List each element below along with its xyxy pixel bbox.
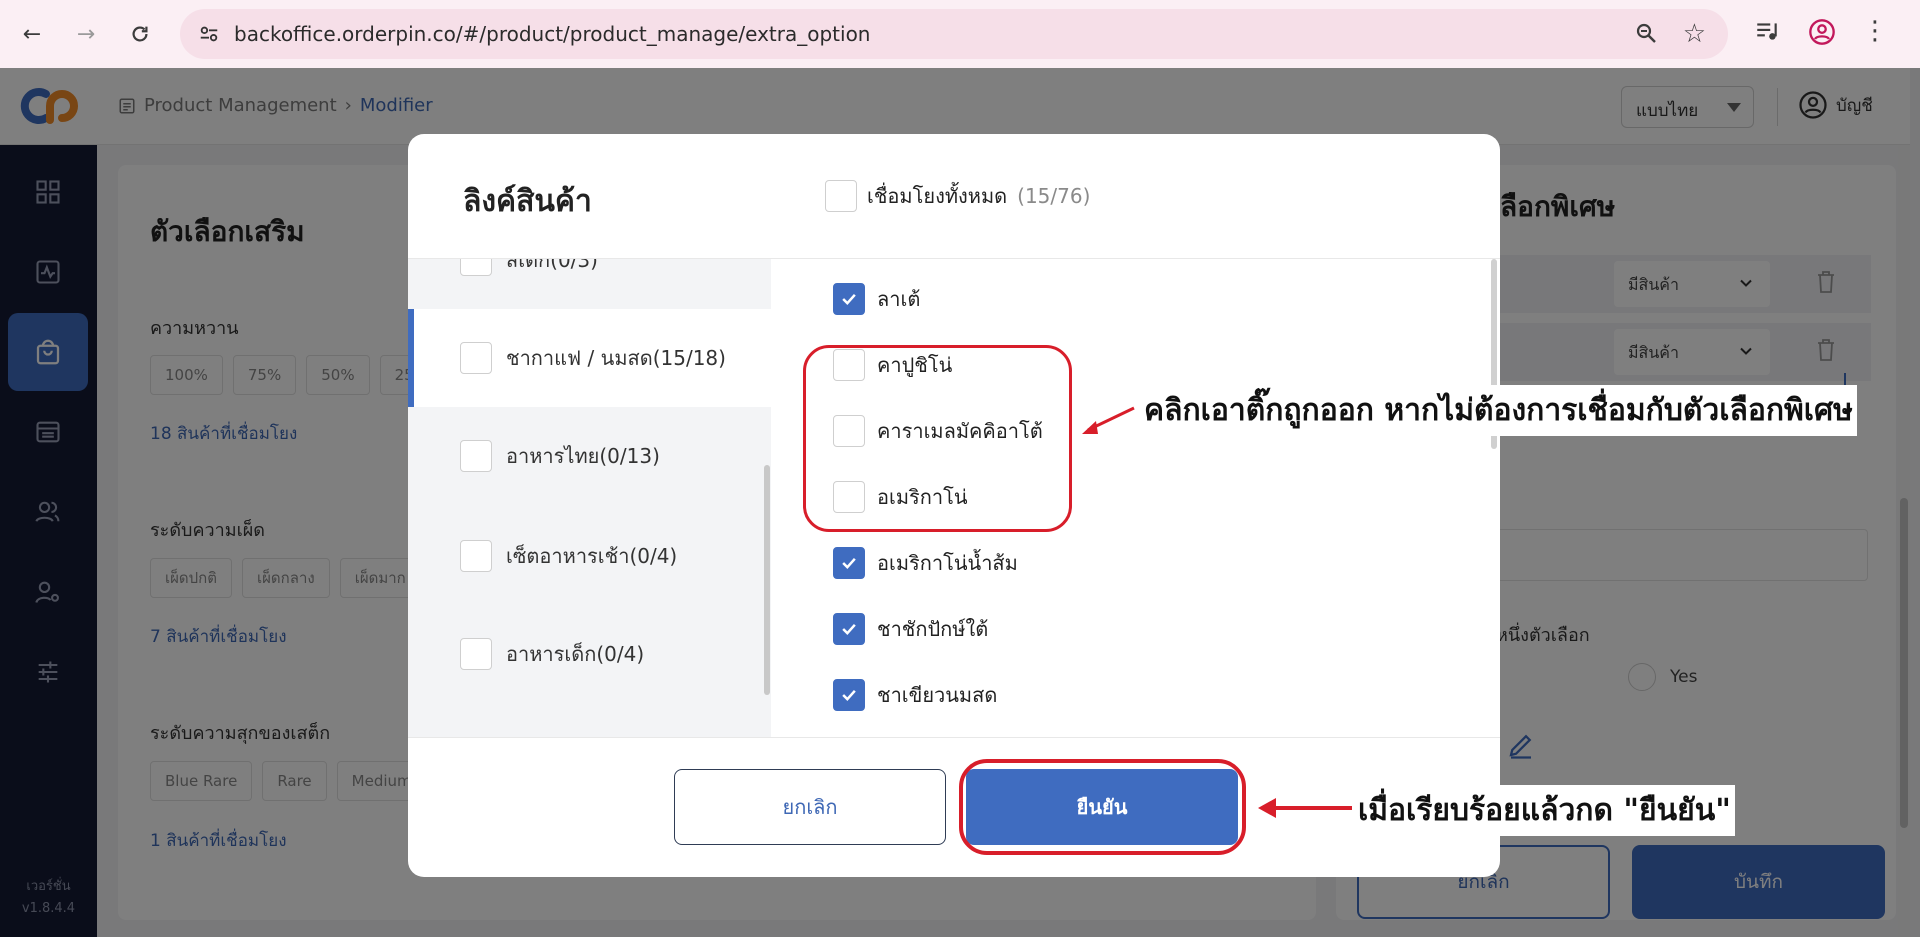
site-settings-icon[interactable] (198, 23, 220, 49)
check-icon (842, 623, 856, 635)
checkbox-checked[interactable] (833, 547, 865, 579)
checkbox-checked[interactable] (833, 679, 865, 711)
url-text[interactable]: backoffice.orderpin.co/#/product/product… (234, 22, 870, 46)
link-all-count: (15/76) (1017, 184, 1091, 208)
category-item[interactable]: ชากาแฟ / นมสด(15/18) (408, 309, 771, 407)
checkbox[interactable] (460, 540, 492, 572)
link-all-checkbox[interactable]: เชื่อมโยงทั้งหมด (15/76) (825, 180, 1090, 212)
checkbox[interactable] (460, 342, 492, 374)
checkbox[interactable] (825, 180, 857, 212)
product-label: ลาเต้ (877, 287, 921, 311)
category-label: สเต็ก(0/3) (506, 259, 598, 272)
category-list: สเต็ก(0/3) ชากาแฟ / นมสด(15/18) อาหารไทย… (408, 259, 771, 737)
uncheck-hint: คลิกเอาติ๊กถูกออก หากไม่ต้องการเชื่อมกับ… (1140, 385, 1857, 436)
modal-footer-divider (408, 737, 1500, 738)
check-icon (842, 689, 856, 701)
checkbox[interactable] (460, 259, 492, 276)
product-label: ชาชักปักษ์ใต้ (877, 617, 989, 641)
modal-cancel-button[interactable]: ยกเลิก (674, 769, 946, 845)
unchecked-items-highlight (803, 345, 1072, 532)
checkbox[interactable] (460, 638, 492, 670)
category-item[interactable]: อาหารเด็ก(0/4) (408, 605, 771, 703)
product-item[interactable]: ชาเขียวนมสด (833, 679, 997, 711)
back-icon[interactable]: ← (16, 18, 48, 50)
category-label: อาหารไทย(0/13) (506, 444, 660, 468)
forward-icon[interactable]: → (70, 18, 102, 50)
bookmark-star-icon[interactable]: ☆ (1683, 19, 1706, 49)
arrow-left-icon (1258, 798, 1352, 818)
profile-icon[interactable] (1808, 18, 1836, 50)
category-label: อาหารเด็ก(0/4) (506, 642, 645, 666)
link-all-label: เชื่อมโยงทั้งหมด (867, 184, 1008, 208)
confirm-hint: เมื่อเรียบร้อยแล้วกด "ยืนยัน" (1354, 785, 1735, 836)
product-item[interactable]: อเมริกาโน่น้ำส้ม (833, 547, 1018, 579)
category-item[interactable]: อาหารไทย(0/13) (408, 407, 771, 505)
arrow-left-icon (1082, 406, 1135, 434)
zoom-icon[interactable] (1634, 21, 1658, 49)
checkbox-checked[interactable] (833, 613, 865, 645)
browser-toolbar: ← → backoffice.orderpin.co/#/product/pro… (0, 0, 1920, 68)
reload-icon[interactable] (124, 18, 156, 50)
category-label: ชากาแฟ / นมสด(15/18) (506, 346, 726, 370)
category-item[interactable]: สเต็ก(0/3) (408, 259, 771, 309)
checkbox[interactable] (460, 440, 492, 472)
product-item[interactable]: ชาชักปักษ์ใต้ (833, 613, 988, 645)
product-label: อเมริกาโน่น้ำส้ม (877, 551, 1018, 575)
checkbox-checked[interactable] (833, 283, 865, 315)
confirm-button-highlight (959, 759, 1246, 855)
check-icon (842, 557, 856, 569)
modal-title: ลิงค์สินค้า (463, 184, 592, 219)
media-queue-icon[interactable] (1754, 18, 1780, 48)
product-item[interactable]: ลาเต้ (833, 283, 920, 315)
kebab-menu-icon[interactable]: ⋮ (1862, 16, 1888, 46)
category-label: เซ็ตอาหารเช้า(0/4) (506, 544, 678, 568)
product-label: ชาเขียวนมสด (877, 683, 998, 707)
category-item[interactable]: เซ็ตอาหารเช้า(0/4) (408, 507, 771, 605)
category-scrollbar[interactable] (764, 465, 770, 695)
address-bar[interactable]: backoffice.orderpin.co/#/product/product… (180, 9, 1728, 59)
check-icon (842, 293, 856, 305)
